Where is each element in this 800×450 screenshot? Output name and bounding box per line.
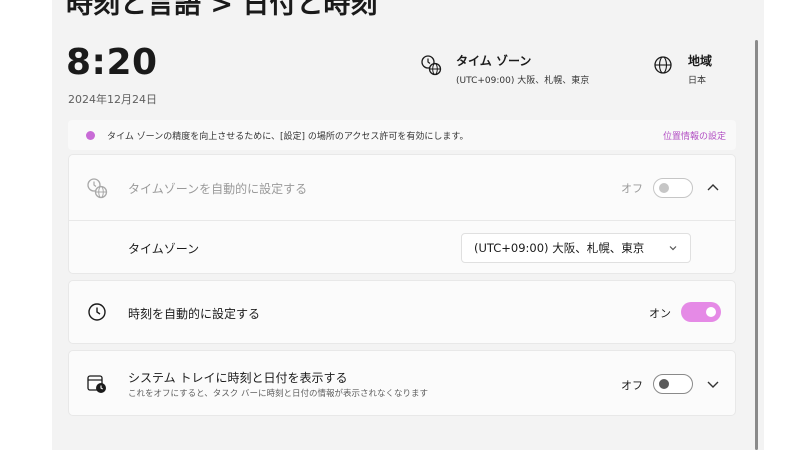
page-title: 時刻と言語 > 日付と時刻 [66,0,378,20]
tray-label: システム トレイに時刻と日付を表示する [128,371,348,385]
timezone-dropdown-value: (UTC+09:00) 大阪、札幌、東京 [474,241,645,255]
location-notice: タイム ゾーンの精度を向上させるために、[設定] の場所のアクセス許可を有効にし… [68,120,736,150]
globe-clock-icon [421,55,442,76]
info-dot-icon [86,130,95,140]
tray-card[interactable]: システム トレイに時刻と日付を表示する これをオフにすると、タスク バーに時刻と… [68,350,736,416]
globe-icon [654,56,672,74]
auto-time-state: オン [649,307,671,320]
globe-clock-icon [87,178,108,199]
auto-time-toggle[interactable] [681,302,721,322]
tray-state: オフ [621,379,643,392]
current-time: 8:20 [66,42,158,83]
timezone-select-row: タイムゾーン (UTC+09:00) 大阪、札幌、東京 [69,221,735,275]
auto-time-card[interactable]: 時刻を自動的に設定する オン [68,280,736,344]
auto-time-label: 時刻を自動的に設定する [128,307,261,321]
location-settings-link[interactable]: 位置情報の設定 [663,129,726,142]
region-value: 日本 [688,76,707,86]
chevron-up-icon[interactable] [705,180,721,196]
auto-timezone-state: オフ [621,182,643,195]
clock-icon [88,303,106,321]
chevron-down-icon [669,246,677,251]
auto-timezone-card: タイムゾーンを自動的に設定する オフ タイムゾーン (UTC+09:00) 大阪… [68,154,736,274]
chevron-down-icon[interactable] [705,376,721,392]
region-title: 地域 [688,54,713,68]
calendar-clock-icon [87,375,106,393]
scrollbar[interactable] [755,40,758,450]
timezone-select-label: タイムゾーン [128,242,200,256]
timezone-summary: タイム ゾーン (UTC+09:00) 大阪、札幌、東京 [420,52,589,86]
timezone-title: タイム ゾーン [456,54,532,68]
tray-toggle[interactable] [653,374,693,394]
auto-timezone-label: タイムゾーンを自動的に設定する [128,182,308,196]
timezone-dropdown[interactable]: (UTC+09:00) 大阪、札幌、東京 [461,233,691,263]
auto-timezone-row[interactable]: タイムゾーンを自動的に設定する オフ [69,155,735,221]
timezone-value: (UTC+09:00) 大阪、札幌、東京 [456,76,590,86]
current-date: 2024年12月24日 [68,93,157,106]
notice-text: タイム ゾーンの精度を向上させるために、[設定] の場所のアクセス許可を有効にし… [107,131,469,142]
tray-sublabel: これをオフにすると、タスク バーに時刻と日付の情報が表示されなくなります [128,389,428,399]
auto-timezone-toggle[interactable] [653,178,693,198]
region-summary: 地域 日本 [652,52,712,86]
